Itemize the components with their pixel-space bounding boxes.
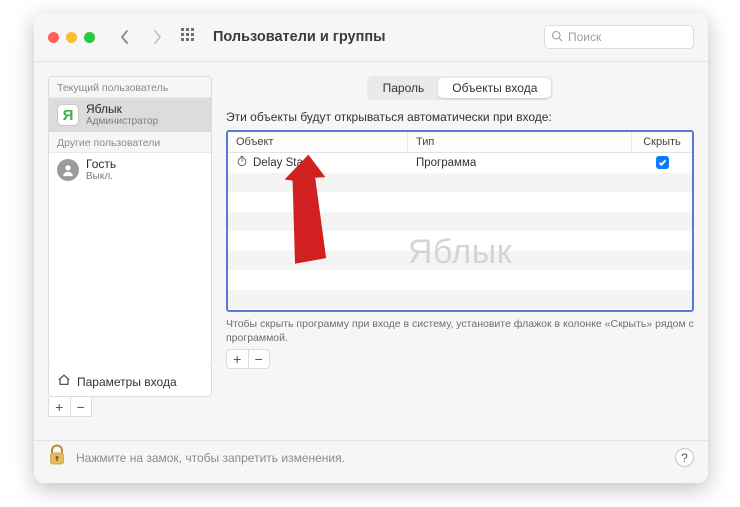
footer-divider — [34, 440, 708, 441]
sidebar-add-remove: + − — [48, 397, 92, 417]
window-controls — [48, 32, 95, 43]
guest-status: Выкл. — [86, 171, 116, 182]
add-user-button[interactable]: + — [49, 397, 71, 416]
tab-password[interactable]: Пароль — [369, 78, 439, 98]
search-placeholder: Поиск — [568, 30, 601, 44]
close-window-button[interactable] — [48, 32, 59, 43]
footer: Нажмите на замок, чтобы запретить измене… — [48, 444, 694, 471]
section-other-users: Другие пользователи — [49, 132, 211, 153]
window-title: Пользователи и группы — [213, 29, 385, 45]
help-button[interactable]: ? — [675, 448, 694, 467]
watermark: Яблык — [228, 233, 692, 272]
show-all-icon[interactable] — [181, 28, 199, 46]
login-options-label: Параметры входа — [77, 375, 177, 389]
user-row-guest[interactable]: Гость Выкл. — [49, 153, 211, 187]
preferences-window: Пользователи и группы Поиск Текущий поль… — [34, 13, 708, 483]
remove-user-button[interactable]: − — [71, 397, 92, 416]
login-items-table: Объект Тип Скрыть Delay Start — [226, 130, 694, 312]
table-row[interactable]: Delay Start Программа — [228, 153, 692, 173]
user-name: Яблык — [86, 103, 158, 116]
lock-hint-text: Нажмите на замок, чтобы запретить измене… — [76, 451, 665, 465]
main-panel: Пароль Объекты входа Эти объекты будут о… — [226, 76, 694, 417]
sidebar: Текущий пользователь Я Яблык Администрат… — [48, 76, 212, 417]
tab-login-items[interactable]: Объекты входа — [438, 78, 551, 98]
remove-login-item-button[interactable]: − — [249, 350, 270, 368]
user-list: Текущий пользователь Я Яблык Администрат… — [48, 76, 212, 368]
column-hide[interactable]: Скрыть — [632, 132, 692, 152]
minimize-window-button[interactable] — [66, 32, 77, 43]
search-icon — [551, 30, 563, 45]
titlebar: Пользователи и группы Поиск — [34, 13, 708, 61]
column-object[interactable]: Объект — [228, 132, 408, 152]
tab-segmented-control: Пароль Объекты входа — [367, 76, 554, 100]
login-options-button[interactable]: Параметры входа — [48, 367, 212, 397]
user-role: Администратор — [86, 116, 158, 127]
house-icon — [57, 373, 71, 390]
add-login-item-button[interactable]: + — [227, 350, 249, 368]
login-items-description: Эти объекты будут открываться автоматиче… — [226, 110, 694, 124]
hide-hint-text: Чтобы скрыть программу при входе в систе… — [226, 318, 694, 345]
login-items-add-remove: + − — [226, 349, 270, 369]
zoom-window-button[interactable] — [84, 32, 95, 43]
column-type[interactable]: Тип — [408, 132, 632, 152]
lock-button[interactable] — [48, 444, 66, 471]
avatar: Я — [57, 104, 79, 126]
forward-button[interactable] — [145, 25, 169, 49]
row-object-name: Delay Start — [253, 157, 310, 169]
avatar-guest-icon — [57, 159, 79, 181]
guest-name: Гость — [86, 158, 116, 171]
search-input[interactable]: Поиск — [544, 25, 694, 49]
user-row-current[interactable]: Я Яблык Администратор — [49, 98, 211, 132]
hide-checkbox[interactable] — [656, 156, 669, 169]
table-header: Объект Тип Скрыть — [228, 132, 692, 153]
table-background — [228, 153, 692, 309]
back-button[interactable] — [113, 25, 137, 49]
section-current-user: Текущий пользователь — [49, 77, 211, 98]
stopwatch-icon — [236, 155, 248, 170]
row-type: Программа — [408, 157, 632, 169]
